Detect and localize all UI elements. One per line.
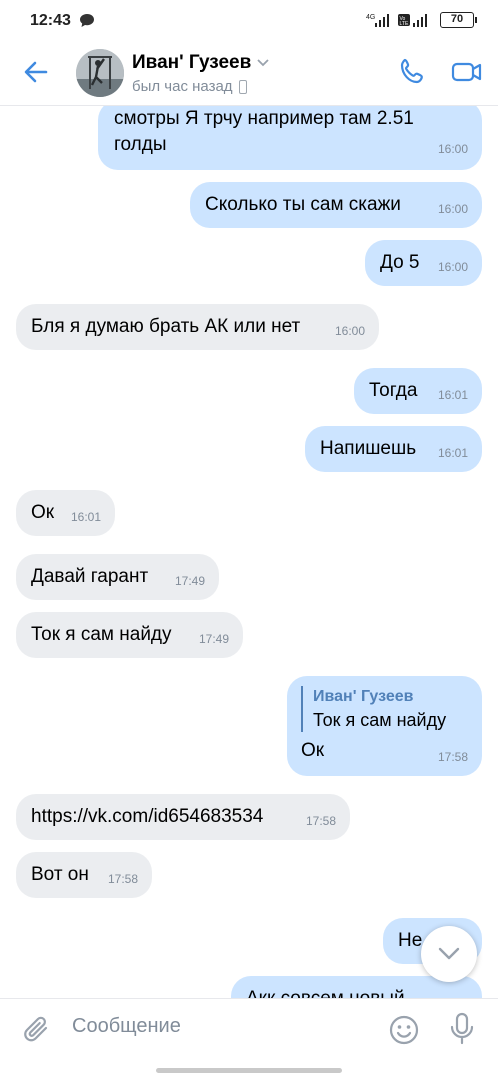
contact-status: был час назад [132,78,247,95]
chat-header: Иван' Гузеев был час назад [0,44,498,106]
message-incoming[interactable]: Давай гарант 17:49 [16,554,219,600]
back-arrow-icon[interactable] [20,56,52,88]
message-link[interactable]: https://vk.com/id654683534 [31,806,263,827]
message-time: 16:01 [70,510,101,524]
avatar[interactable] [76,49,124,97]
paperclip-icon[interactable] [22,1014,52,1046]
message-text: Тогда [369,380,418,401]
message-time: 17:58 [305,814,336,828]
emoji-icon[interactable] [388,1014,420,1046]
message-time: 16:01 [437,388,468,402]
battery-icon: 70 [440,12,477,28]
message-list[interactable]: смотры Я трчу например там 2.51 голды 16… [0,106,498,998]
video-call-icon[interactable] [450,56,484,88]
message-outgoing[interactable]: смотры Я трчу например там 2.51 голды 16… [98,106,482,170]
system-nav-bar [0,1060,498,1080]
chevron-down-icon [257,59,269,67]
status-bar: 12:43 4G Vo LTE 70 [0,0,498,44]
message-time: 17:49 [198,632,229,646]
message-incoming[interactable]: https://vk.com/id654683534 17:58 [16,794,350,840]
message-incoming[interactable]: Бля я думаю брать АК или нет 16:00 [16,304,379,350]
last-seen-text: был час назад [132,78,233,95]
contact-name[interactable]: Иван' Гузеев [132,52,269,74]
message-text: Бля я думаю брать АК или нет [31,316,301,337]
reply-author: Иван' Гузеев [313,688,414,705]
message-time: 17:58 [437,750,468,764]
message-time: 16:00 [437,202,468,216]
contact-name-text: Иван' Гузеев [132,52,252,73]
message-text: Не [398,930,423,951]
message-outgoing[interactable]: Напишешь 16:01 [305,426,482,472]
avatar-photo [76,49,124,97]
message-text: Ок [301,740,325,761]
svg-text:4G: 4G [366,14,375,21]
message-time: 17:49 [174,574,205,588]
message-text: смотры Я трчу например там 2.51 голды [114,108,414,155]
chevron-down-icon [438,947,460,960]
message-text: Сколько ты сам скажи [205,194,401,215]
message-incoming[interactable]: Ок 16:01 [16,490,115,536]
home-gesture-handle[interactable] [156,1068,342,1073]
reply-quote[interactable]: Иван' Гузеев Ток я сам найду [301,686,468,732]
chat-notification-icon [80,14,94,27]
status-icons: 4G Vo LTE 70 [366,12,477,28]
message-incoming[interactable]: Вот он 17:58 [16,852,152,898]
reply-text: Ток я сам найду [313,710,447,730]
message-time: 16:00 [334,324,365,338]
message-text: До 5 [380,252,420,273]
message-outgoing[interactable]: Сколько ты сам скажи 16:00 [190,182,482,228]
scroll-to-bottom-button[interactable] [421,926,477,982]
message-outgoing[interactable]: До 5 16:00 [365,240,482,286]
message-time: 16:01 [437,446,468,460]
phone-call-icon[interactable] [396,56,428,88]
message-outgoing-reply[interactable]: Иван' Гузеев Ток я сам найду Ок 17:58 [287,676,482,776]
microphone-icon[interactable] [448,1012,476,1046]
message-time: 16:00 [437,260,468,274]
message-text: Ток я сам найду [31,624,172,645]
message-composer: Сообщение [0,998,498,1060]
message-text: Напишешь [320,438,417,459]
message-text: Акк совсем новый [246,988,405,998]
message-outgoing[interactable]: Тогда 16:01 [354,368,482,414]
message-text: Давай гарант [31,566,149,587]
message-time: 17:58 [107,872,138,886]
message-time: 16:00 [437,142,468,156]
message-input[interactable]: Сообщение [72,1015,181,1038]
signal-volte-icon: Vo LTE [398,14,427,27]
message-text: Вот он [31,864,89,885]
message-incoming[interactable]: Ток я сам найду 17:49 [16,612,243,658]
signal-4g-icon: 4G [366,14,389,27]
mobile-device-icon [238,79,247,94]
message-text: Ок [31,502,55,523]
svg-text:LTE: LTE [400,21,409,27]
status-time: 12:43 [30,12,71,29]
